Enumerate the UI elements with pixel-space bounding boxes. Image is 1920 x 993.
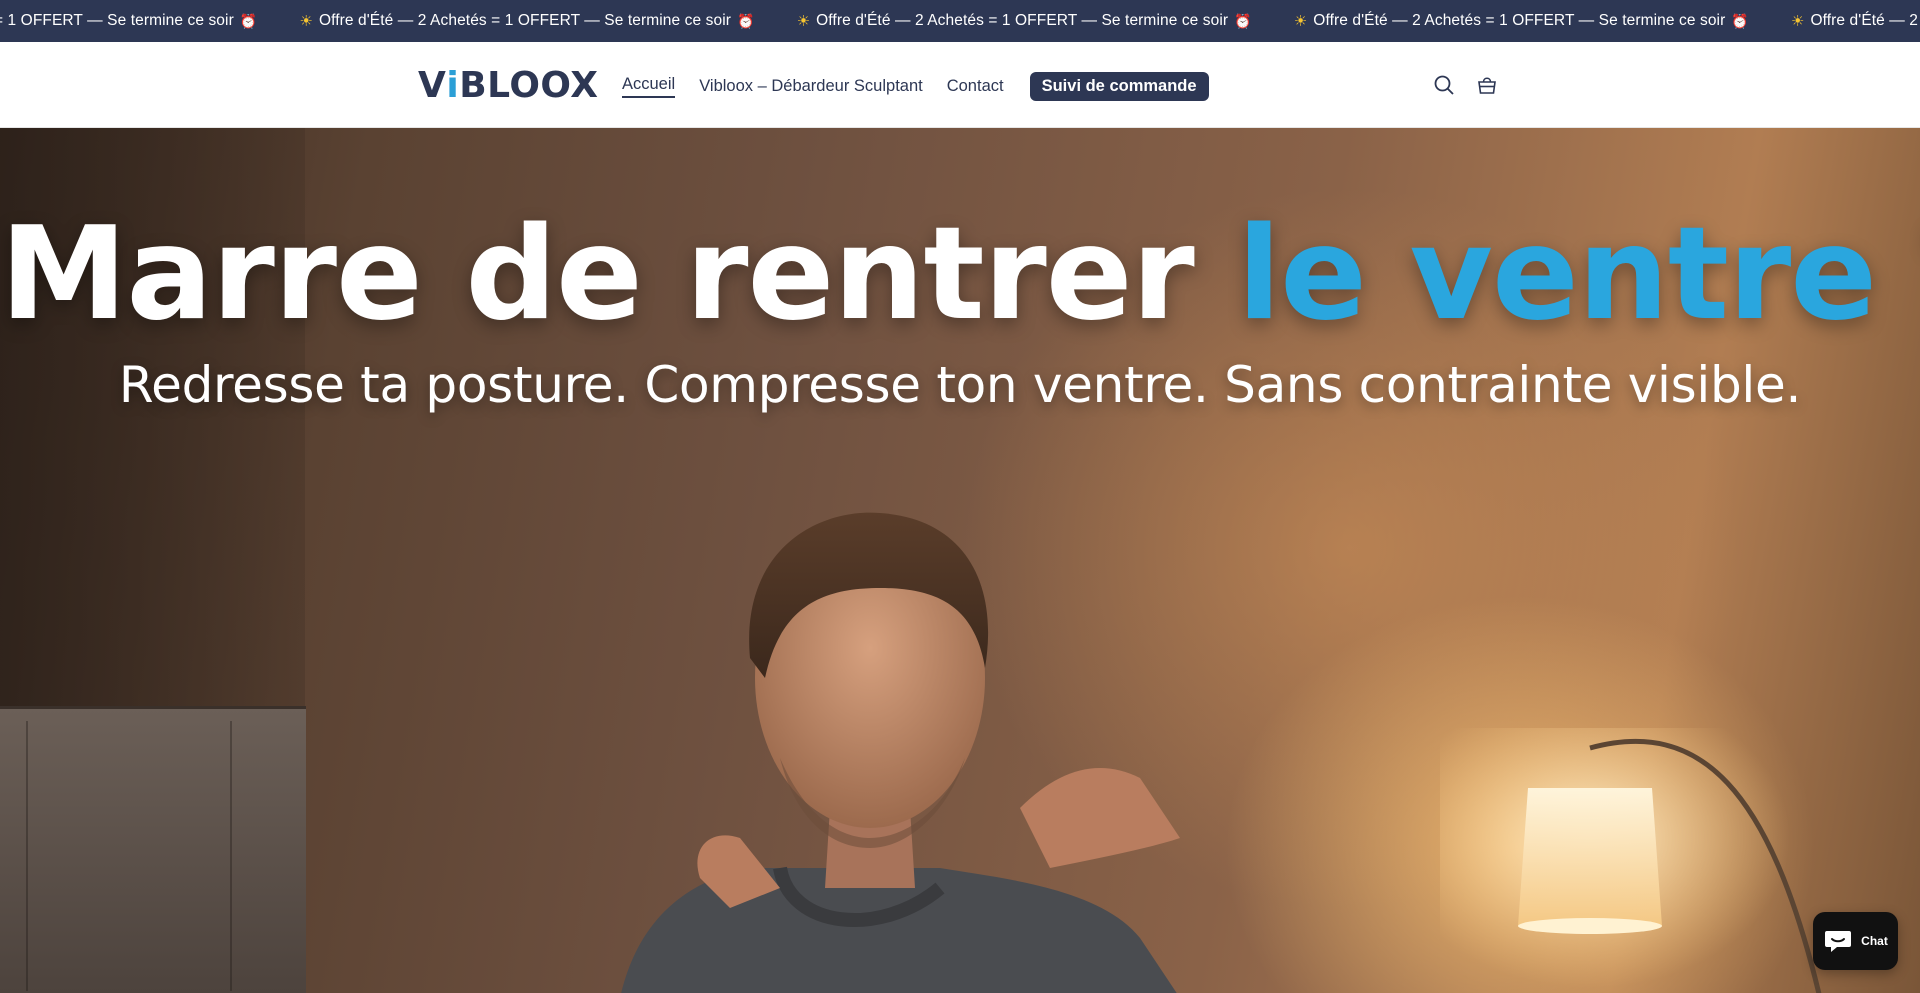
alarm-clock-icon: ⏰ [1234, 12, 1252, 29]
main-nav: Accueil Vibloox – Débardeur Sculptant Co… [622, 71, 1209, 101]
chat-bubble-icon [1825, 931, 1852, 952]
announcement-text: Offre d'Été — 2 Achetés = 1 OFFERT — Se … [1313, 12, 1726, 29]
lamp-illustration [1440, 728, 1822, 993]
announcement-item: ☀ Offre d'Été — 2 Achetés = 1 OFFERT [1791, 12, 1920, 30]
announcement-item: ☀ Offre d'Été — 2 Achetés = 1 OFFERT — S… [1294, 12, 1749, 30]
logo-text: V [418, 64, 447, 106]
hero-banner: Marre de rentrer le ventre ? Redresse ta… [0, 128, 1920, 993]
nav-link-home[interactable]: Accueil [622, 75, 676, 98]
announcement-item: ☀ Offre d'Été — 2 Achetés = 1 OFFERT — S… [299, 12, 754, 30]
logo-text: BLOOX [459, 64, 599, 106]
announcement-track: = 1 OFFERT — Se termine ce soir ⏰ ☀ Offr… [0, 0, 1920, 42]
cart-icon[interactable] [1474, 72, 1500, 98]
nav-link-contact[interactable]: Contact [947, 77, 1004, 96]
announcement-text: Offre d'Été — 2 Achetés = 1 OFFERT — Se … [816, 12, 1229, 29]
hero-title: Marre de rentrer le ventre ? [0, 200, 1920, 349]
logo-accent: i [446, 64, 460, 106]
announcement-text: = 1 OFFERT — Se termine ce soir [0, 12, 234, 29]
hero-title-highlight: le ventre ? [1237, 200, 1920, 349]
search-icon[interactable] [1431, 72, 1457, 98]
announcement-text: Offre d'Été — 2 Achetés = 1 OFFERT [1810, 12, 1920, 29]
sun-icon: ☀ [299, 13, 313, 30]
nav-link-product[interactable]: Vibloox – Débardeur Sculptant [699, 77, 923, 96]
alarm-clock-icon: ⏰ [737, 12, 755, 29]
hero-title-white: Marre de rentrer [0, 200, 1238, 349]
site-logo[interactable]: Vi BLOOX [418, 62, 599, 108]
chat-widget-button[interactable]: Chat [1813, 912, 1898, 970]
sun-icon: ☀ [796, 13, 811, 30]
announcement-text: Offre d'Été — 2 Achetés = 1 OFFERT — Se … [318, 12, 732, 29]
announcement-bar: = 1 OFFERT — Se termine ce soir ⏰ ☀ Offr… [0, 0, 1920, 42]
announcement-item: = 1 OFFERT — Se termine ce soir ⏰ [0, 12, 257, 30]
sun-icon: ☀ [1293, 13, 1308, 30]
announcement-item: ☀ Offre d'Été — 2 Achetés = 1 OFFERT — S… [797, 12, 1252, 30]
sun-icon: ☀ [1790, 13, 1805, 30]
hero-background-cabinet [0, 706, 306, 993]
alarm-clock-icon: ⏰ [239, 12, 258, 29]
hero-subtitle: Redresse ta posture. Compresse ton ventr… [118, 356, 1802, 414]
alarm-clock-icon: ⏰ [1731, 12, 1749, 29]
chat-label: Chat [1861, 934, 1888, 948]
site-header: Vi BLOOX Accueil Vibloox – Débardeur Scul… [0, 42, 1920, 128]
hero-model-photo [621, 512, 1180, 993]
order-tracking-button[interactable]: Suivi de commande [1029, 71, 1209, 101]
